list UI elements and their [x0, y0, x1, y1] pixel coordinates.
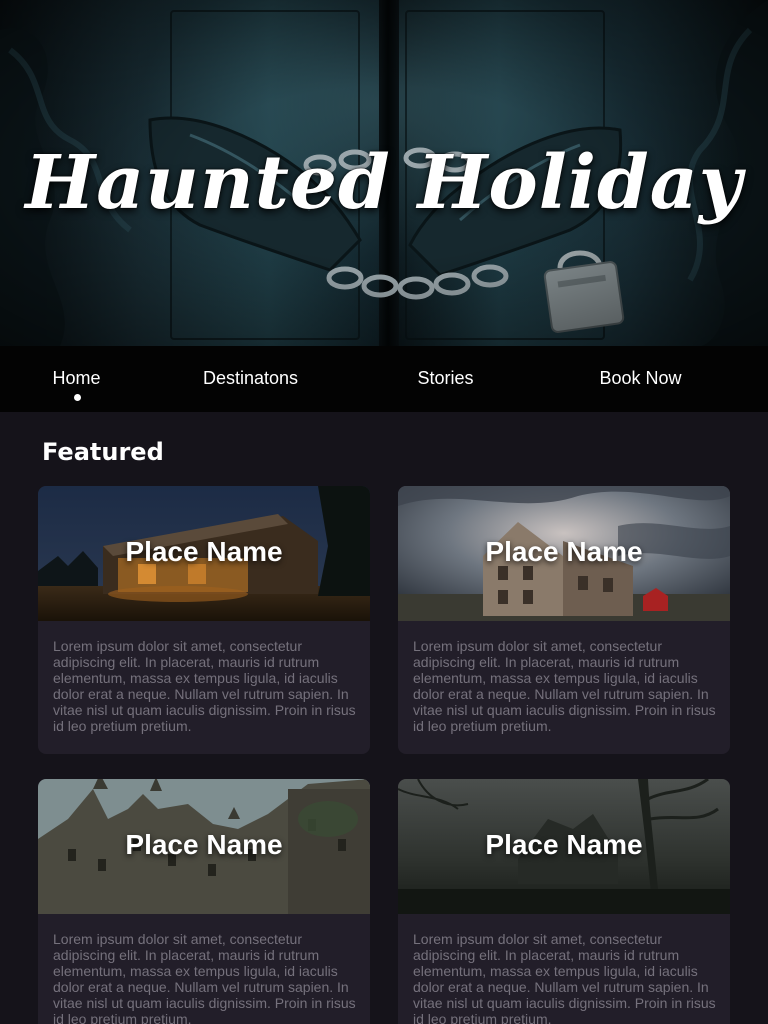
place-name: Place Name: [485, 536, 643, 567]
section-title: Featured: [42, 438, 164, 466]
nav-item-destinations[interactable]: Destinatons: [153, 346, 348, 412]
place-name: Place Name: [125, 829, 283, 860]
place-name: Place Name: [125, 536, 283, 567]
hero-banner: Haunted Holiday: [0, 0, 768, 346]
place-description: Lorem ipsum dolor sit amet, consectetur …: [53, 638, 356, 734]
place-name: Place Name: [485, 829, 643, 860]
nav-item-label: Destinatons: [202, 368, 299, 388]
hero-title: Haunted Holiday: [25, 140, 743, 226]
place-card[interactable]: Place Name Lorem ipsum dolor sit amet, c…: [398, 486, 730, 754]
active-indicator-dot: [73, 394, 81, 401]
nav-item-home[interactable]: Home: [0, 346, 153, 412]
place-description: Lorem ipsum dolor sit amet, consectetur …: [413, 931, 716, 1024]
place-description: Lorem ipsum dolor sit amet, consectetur …: [413, 638, 716, 734]
nav-item-label: Book Now: [599, 368, 682, 388]
place-card[interactable]: Place Name Lorem ipsum dolor sit amet, c…: [38, 779, 370, 1024]
place-description: Lorem ipsum dolor sit amet, consectetur …: [53, 931, 356, 1024]
place-card[interactable]: Place Name Lorem ipsum dolor sit amet, c…: [398, 779, 730, 1024]
main-nav: Home Destinatons Stories Book Now: [0, 346, 768, 412]
place-card[interactable]: Place Name Lorem ipsum dolor sit amet, c…: [38, 486, 370, 754]
nav-item-stories[interactable]: Stories: [348, 346, 543, 412]
nav-item-label: Stories: [417, 368, 474, 388]
nav-item-book-now[interactable]: Book Now: [543, 346, 738, 412]
nav-item-label: Home: [52, 368, 101, 388]
